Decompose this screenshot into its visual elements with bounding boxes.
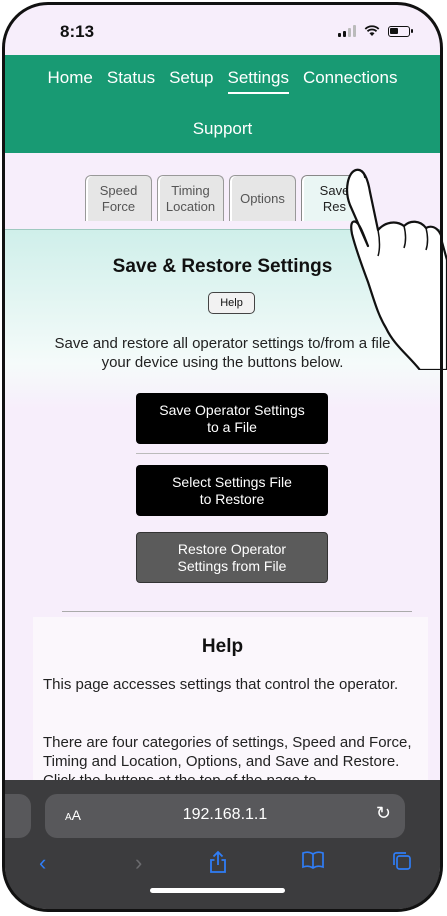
description-line-2: your device using the buttons below. [101, 354, 344, 371]
status-bar: 8:13 [5, 5, 440, 55]
tab-speed-force[interactable]: Speed Force [85, 175, 152, 221]
status-time: 8:13 [60, 22, 95, 41]
button-label-line2: to a File [207, 418, 257, 435]
tab-label-line2: Location [165, 198, 216, 214]
reload-icon[interactable]: ↻ [376, 803, 391, 824]
button-label-line2: Settings from File [177, 557, 287, 574]
nav-settings[interactable]: Settings [227, 68, 289, 94]
nav-setup[interactable]: Setup [169, 68, 213, 94]
tabs-icon[interactable] [391, 850, 413, 872]
tab-timing-location[interactable]: Timing Location [157, 175, 224, 221]
back-icon[interactable]: ‹ [39, 850, 46, 876]
nav-support[interactable]: Support [193, 119, 253, 143]
tab-label-line2: Force [101, 198, 136, 214]
share-icon[interactable] [209, 850, 227, 874]
url-text: 192.168.1.1 [182, 806, 268, 823]
signal-icon [338, 25, 356, 37]
home-indicator [150, 888, 285, 893]
battery-icon [388, 25, 413, 37]
wifi-icon [364, 25, 380, 36]
phone-frame: 8:13 Home Status Setup Settings Connecti… [0, 0, 447, 916]
screen: 8:13 Home Status Setup Settings Connecti… [5, 5, 440, 909]
forward-icon[interactable]: › [135, 850, 142, 876]
button-label-line1: Restore Operator [177, 540, 287, 557]
help-paragraph-1: This page accesses settings that control… [43, 676, 399, 693]
tab-label-line1: Speed [99, 182, 138, 198]
help-heading: Help [201, 636, 244, 657]
status-icons [338, 25, 413, 37]
tab-options[interactable]: Options [229, 175, 296, 221]
button-label-line1: Select Settings File [172, 473, 292, 490]
pointing-hand-icon [346, 168, 447, 370]
address-bar[interactable]: AA 192.168.1.1 ↻ [45, 794, 405, 838]
section-divider [62, 611, 412, 612]
select-settings-file-button[interactable]: Select Settings File to Restore [136, 465, 328, 516]
tab-label-line1: Timing [171, 182, 210, 198]
top-nav: Home Status Setup Settings Connections S… [5, 55, 440, 153]
tab-label-line1: Options [240, 190, 285, 206]
bookmarks-icon[interactable] [301, 850, 325, 870]
nav-status[interactable]: Status [107, 68, 155, 94]
nav-row-2: Support [5, 119, 440, 143]
help-button[interactable]: Help [208, 292, 255, 314]
restore-settings-button[interactable]: Restore Operator Settings from File [136, 532, 328, 583]
save-settings-button[interactable]: Save Operator Settings to a File [136, 393, 328, 444]
previous-tab-urlbar[interactable] [5, 794, 31, 838]
divider [136, 453, 329, 454]
button-label-line1: Save Operator Settings [159, 401, 305, 418]
browser-toolbar: ‹ › [5, 850, 440, 880]
settings-tabs: Speed Force Timing Location Options Save Re… [85, 175, 368, 221]
nav-connections[interactable]: Connections [303, 68, 398, 94]
button-label-line2: to Restore [199, 490, 265, 507]
nav-row-1: Home Status Setup Settings Connections [5, 68, 440, 94]
nav-home[interactable]: Home [48, 68, 93, 94]
